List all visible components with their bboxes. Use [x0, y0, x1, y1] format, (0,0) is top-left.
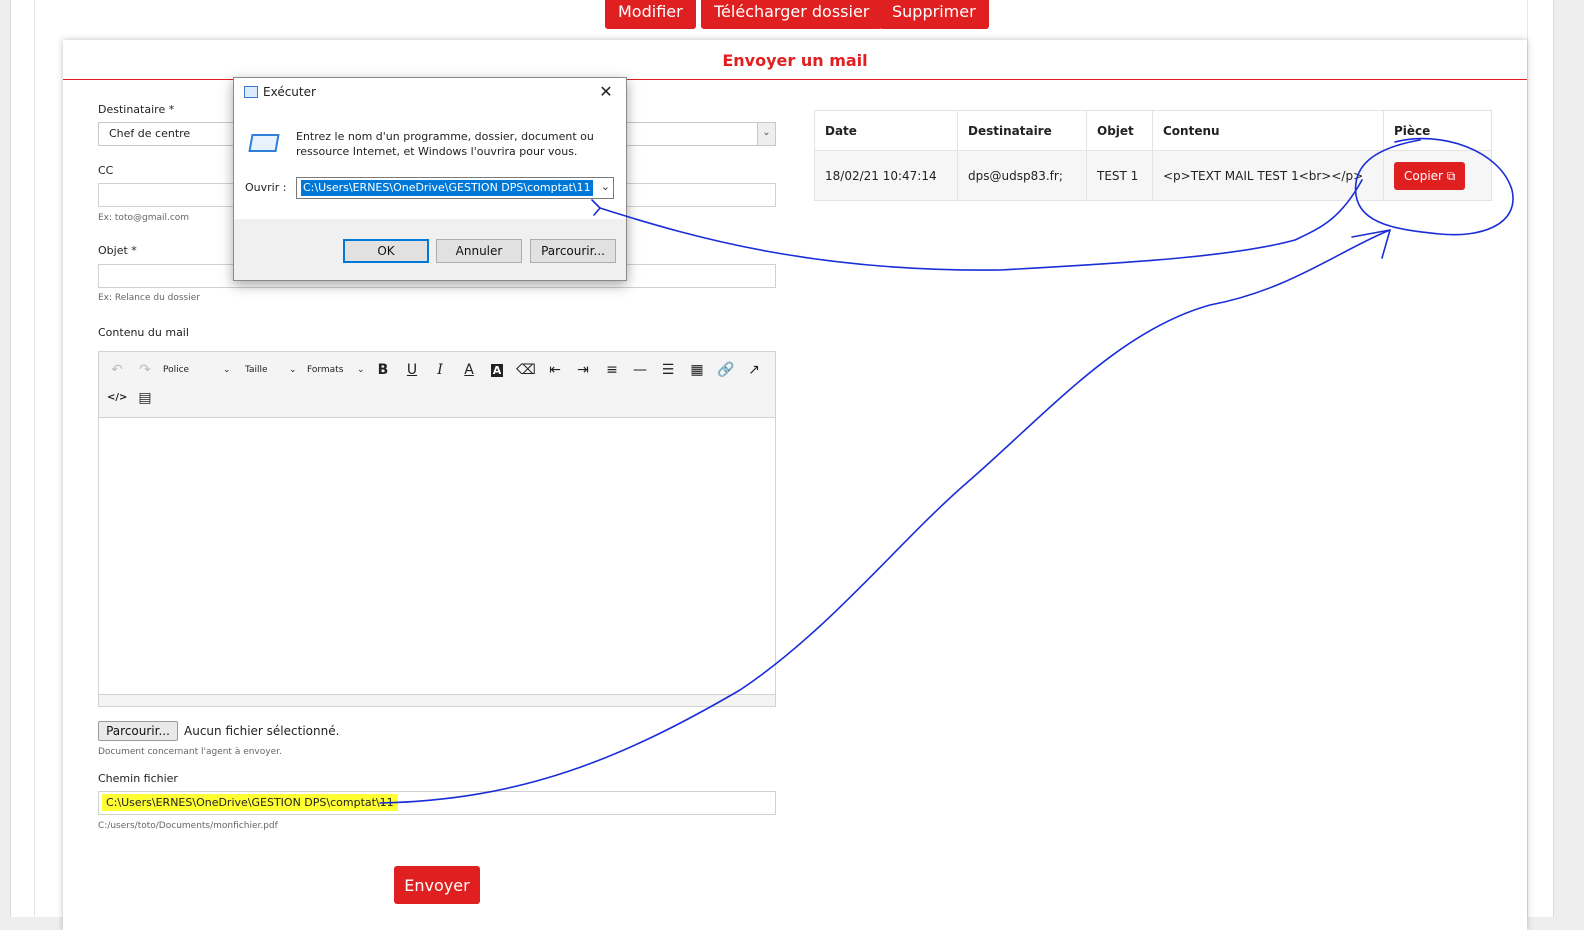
- align-left-icon[interactable]: ≡: [602, 360, 622, 380]
- copy-icon: ⧉: [1446, 168, 1456, 183]
- subject-label: Objet *: [98, 244, 137, 257]
- eraser-icon[interactable]: ⌫: [516, 360, 536, 380]
- ok-button[interactable]: OK: [343, 239, 429, 263]
- cell-date: 18/02/21 10:47:14: [814, 150, 958, 201]
- chevron-down-icon[interactable]: ⌄: [757, 123, 775, 145]
- sent-mails-table: Date Destinataire Objet Contenu Pièce 18…: [814, 110, 1492, 201]
- dialog-description-line2: ressource Internet, et Windows l'ouvrira…: [296, 145, 578, 158]
- path-value-highlighted: C:\Users\ERNES\OneDrive\GESTION DPS\comp…: [102, 794, 398, 811]
- run-large-icon: [246, 132, 280, 156]
- size-dropdown-label: Taille: [245, 365, 268, 375]
- column-header-subject: Objet: [1086, 110, 1153, 151]
- underline-icon[interactable]: U: [402, 360, 422, 380]
- editor-toolbar: ↶ ↷ Police ⌄ Taille ⌄ Formats ⌄ B U I A A ⌫…: [99, 352, 775, 418]
- column-header-recipient: Destinataire: [957, 110, 1087, 151]
- copy-button[interactable]: Copier ⧉: [1394, 161, 1466, 190]
- open-label: Ouvrir :: [245, 181, 287, 194]
- indent-icon[interactable]: ⇥: [573, 360, 593, 380]
- table-header-row: Date Destinataire Objet Contenu Pièce: [814, 110, 1492, 151]
- bold-icon[interactable]: B: [373, 360, 393, 380]
- column-header-date: Date: [814, 110, 958, 151]
- cc-label: CC: [98, 164, 114, 177]
- content-label: Contenu du mail: [98, 326, 189, 339]
- edit-button[interactable]: Modifier: [605, 0, 696, 29]
- column-header-attachment: Pièce: [1383, 110, 1492, 151]
- card-title: Envoyer un mail: [63, 40, 1527, 80]
- run-dialog: Exécuter ✕ Entrez le nom d'un programme,…: [233, 77, 627, 281]
- code-view-icon[interactable]: </>: [107, 388, 127, 408]
- copy-button-label: Copier: [1404, 168, 1443, 183]
- font-dropdown[interactable]: Police ⌄: [163, 360, 243, 380]
- file-hint: Document concernant l'agent à envoyer.: [98, 747, 282, 757]
- table-icon[interactable]: ▦: [687, 360, 707, 380]
- cancel-button[interactable]: Annuler: [436, 239, 522, 263]
- download-folder-button[interactable]: Télécharger dossier: [701, 0, 883, 29]
- cell-recipient: dps@udsp83.fr;: [957, 150, 1087, 201]
- recipient-label: Destinataire *: [98, 103, 175, 116]
- horizontal-rule-icon[interactable]: —: [630, 360, 650, 380]
- path-label: Chemin fichier: [98, 772, 178, 785]
- ordered-list-icon[interactable]: ☰: [658, 360, 678, 380]
- delete-button[interactable]: Supprimer: [879, 0, 989, 29]
- chevron-down-icon: ⌄: [357, 365, 365, 375]
- font-dropdown-label: Police: [163, 365, 190, 375]
- close-icon[interactable]: ✕: [594, 81, 618, 103]
- dialog-description: Entrez le nom d'un programme, dossier, d…: [296, 129, 594, 159]
- cc-hint: Ex: toto@gmail.com: [98, 213, 190, 223]
- chevron-down-icon: ⌄: [223, 365, 231, 375]
- file-status: Aucun fichier sélectionné.: [184, 724, 340, 738]
- open-input-value: C:\Users\ERNES\OneDrive\GESTION DPS\comp…: [301, 180, 593, 196]
- browse-dialog-button[interactable]: Parcourir...: [530, 239, 616, 263]
- chevron-down-icon: ⌄: [289, 365, 297, 375]
- size-dropdown[interactable]: Taille ⌄: [245, 360, 301, 380]
- dialog-title: Exécuter: [263, 85, 316, 99]
- subject-hint: Ex: Relance du dossier: [98, 293, 200, 303]
- cell-subject: TEST 1: [1086, 150, 1153, 201]
- redo-icon[interactable]: ↷: [135, 360, 155, 380]
- open-combobox[interactable]: C:\Users\ERNES\OneDrive\GESTION DPS\comp…: [296, 177, 614, 199]
- italic-icon[interactable]: I: [430, 360, 450, 380]
- chevron-down-icon[interactable]: ⌄: [601, 180, 610, 193]
- text-color-icon[interactable]: A: [459, 360, 479, 380]
- undo-icon[interactable]: ↶: [107, 360, 127, 380]
- formats-dropdown-label: Formats: [307, 365, 344, 375]
- recipient-value: Chef de centre: [109, 127, 191, 140]
- browse-file-button[interactable]: Parcourir...: [98, 721, 178, 741]
- image-icon[interactable]: ▤: [135, 388, 155, 408]
- cell-attachment: Copier ⧉: [1383, 150, 1492, 201]
- fullscreen-icon[interactable]: ↗: [744, 360, 764, 380]
- column-header-content: Contenu: [1152, 110, 1384, 151]
- path-hint: C:/users/toto/Documents/monfichier.pdf: [98, 821, 278, 831]
- run-app-icon: [244, 86, 258, 98]
- formats-dropdown[interactable]: Formats ⌄: [307, 360, 369, 380]
- cell-content: <p>TEXT MAIL TEST 1<br></p>: [1152, 150, 1384, 201]
- send-button[interactable]: Envoyer: [394, 866, 480, 904]
- link-icon[interactable]: 🔗: [716, 360, 736, 380]
- outdent-icon[interactable]: ⇤: [545, 360, 565, 380]
- rich-text-editor: ↶ ↷ Police ⌄ Taille ⌄ Formats ⌄ B U I A A ⌫…: [98, 351, 776, 707]
- editor-content-area[interactable]: [99, 418, 775, 694]
- editor-resize-bar[interactable]: [99, 694, 775, 706]
- table-row: 18/02/21 10:47:14 dps@udsp83.fr; TEST 1 …: [814, 150, 1492, 201]
- dialog-description-line1: Entrez le nom d'un programme, dossier, d…: [296, 130, 594, 143]
- background-color-icon[interactable]: A: [487, 360, 507, 380]
